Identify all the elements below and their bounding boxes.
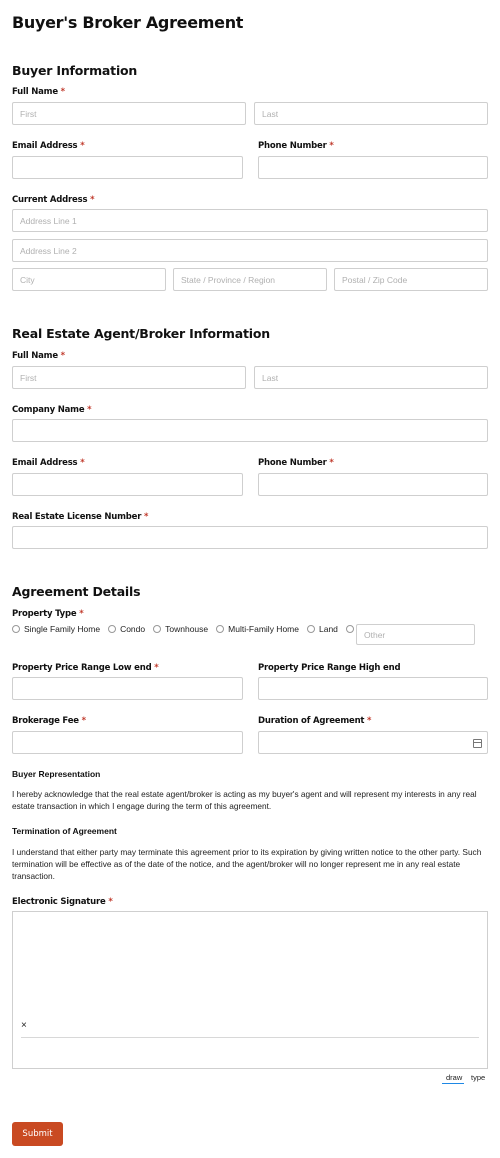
buyer-email-input[interactable]: [12, 156, 243, 179]
agreement-section-title: Agreement Details: [12, 584, 141, 599]
property-type-multi-family[interactable]: Multi-Family Home: [216, 624, 299, 634]
buyer-state-input[interactable]: State / Province / Region: [173, 268, 327, 291]
property-type-options: Single Family Home Condo Townhouse Multi…: [12, 624, 362, 634]
property-type-land[interactable]: Land: [306, 624, 338, 634]
representation-heading: Buyer Representation: [12, 769, 101, 779]
agent-license-label: Real Estate License Number *: [12, 512, 149, 522]
buyer-phone-input[interactable]: [258, 156, 488, 179]
buyer-zip-input[interactable]: Postal / Zip Code: [334, 268, 488, 291]
signature-tab-type[interactable]: type: [471, 1073, 485, 1082]
brokerage-fee-input[interactable]: [12, 731, 243, 754]
price-high-label: Property Price Range High end: [258, 663, 401, 673]
radio-button[interactable]: [345, 625, 354, 633]
buyer-email-label: Email Address *: [12, 141, 85, 151]
property-type-other-input[interactable]: Other: [356, 624, 475, 645]
radio-button[interactable]: [216, 625, 225, 633]
agent-phone-input[interactable]: [258, 473, 488, 496]
agent-full-name-label: Full Name *: [12, 351, 65, 361]
buyer-phone-label: Phone Number *: [258, 141, 334, 151]
option-label: Townhouse: [165, 624, 209, 634]
agent-last-name-input[interactable]: Last: [254, 366, 488, 389]
agent-phone-label: Phone Number *: [258, 458, 334, 468]
option-label: Single Family Home: [24, 624, 101, 634]
agent-license-input[interactable]: [12, 526, 488, 549]
duration-label: Duration of Agreement *: [258, 716, 372, 726]
radio-button[interactable]: [153, 625, 162, 633]
property-type-townhouse[interactable]: Townhouse: [153, 624, 208, 634]
signature-tab-draw-indicator: [442, 1083, 464, 1084]
agent-company-label: Company Name *: [12, 405, 92, 415]
radio-button[interactable]: [108, 625, 117, 633]
duration-date-input[interactable]: [258, 731, 488, 754]
agent-first-name-input[interactable]: First: [12, 366, 246, 389]
radio-button[interactable]: [306, 625, 315, 633]
property-type-single-family[interactable]: Single Family Home: [12, 624, 100, 634]
agent-section-title: Real Estate Agent/Broker Information: [12, 326, 270, 341]
submit-button[interactable]: Submit: [12, 1122, 63, 1146]
signature-label: Electronic Signature *: [12, 897, 113, 907]
property-type-condo[interactable]: Condo: [108, 624, 145, 634]
buyer-first-name-input[interactable]: First: [12, 102, 246, 125]
form-title: Buyer's Broker Agreement: [12, 13, 244, 32]
price-high-input[interactable]: [258, 677, 488, 700]
buyer-section-title: Buyer Information: [12, 63, 138, 78]
brokerage-fee-label: Brokerage Fee *: [12, 716, 86, 726]
termination-heading: Termination of Agreement: [12, 826, 117, 836]
buyer-full-name-label: Full Name *: [12, 87, 65, 97]
signature-tab-draw[interactable]: draw: [446, 1073, 462, 1082]
buyer-last-name-input[interactable]: Last: [254, 102, 488, 125]
option-label: Land: [318, 624, 338, 634]
agent-company-input[interactable]: [12, 419, 488, 442]
price-low-label: Property Price Range Low end *: [12, 663, 159, 673]
option-label: Condo: [120, 624, 146, 634]
signature-line: [21, 1037, 479, 1038]
option-label: Multi-Family Home: [228, 624, 299, 634]
buyer-address-label: Current Address *: [12, 195, 95, 205]
property-type-label: Property Type *: [12, 609, 84, 619]
buyer-address-line1-input[interactable]: Address Line 1: [12, 209, 488, 232]
price-low-input[interactable]: [12, 677, 243, 700]
agent-email-label: Email Address *: [12, 458, 85, 468]
calendar-icon[interactable]: [473, 739, 482, 748]
termination-text: I understand that either party may termi…: [12, 847, 482, 881]
signature-pad[interactable]: [12, 911, 488, 1069]
agent-email-input[interactable]: [12, 473, 243, 496]
radio-button[interactable]: [12, 625, 20, 633]
representation-text: I hereby acknowledge that the real estat…: [12, 789, 477, 811]
buyer-city-input[interactable]: City: [12, 268, 166, 291]
buyer-address-line2-input[interactable]: Address Line 2: [12, 239, 488, 262]
signature-x-mark: ×: [21, 1020, 27, 1031]
